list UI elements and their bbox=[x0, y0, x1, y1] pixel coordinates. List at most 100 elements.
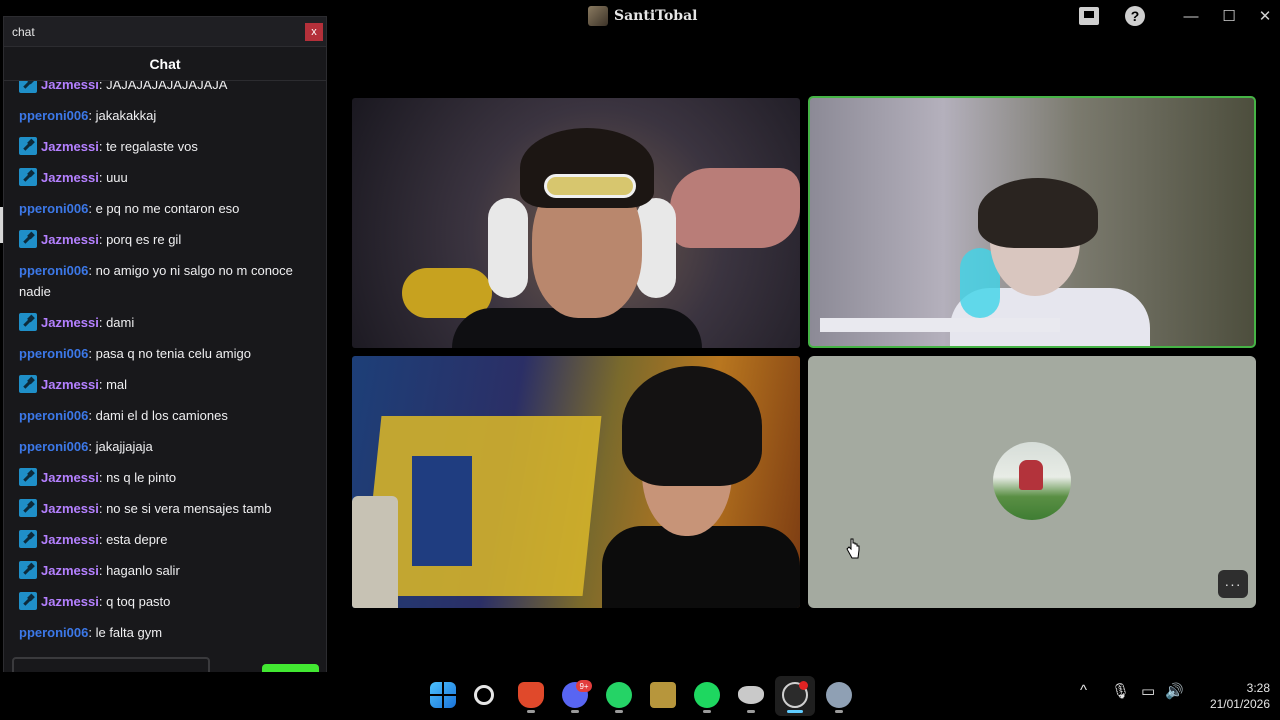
tray-chevron-icon[interactable]: ^ bbox=[1080, 682, 1087, 699]
whatsapp-icon[interactable] bbox=[606, 682, 632, 708]
chat-username[interactable]: Jazmessi bbox=[41, 377, 99, 392]
chat-username[interactable]: pperoni006 bbox=[19, 201, 88, 216]
video-tile-1[interactable] bbox=[352, 98, 800, 348]
video-background bbox=[820, 318, 1060, 332]
chat-username[interactable]: Jazmessi bbox=[41, 470, 99, 485]
moderator-sword-icon[interactable] bbox=[19, 375, 37, 393]
taskbar-active-indicator bbox=[787, 710, 803, 713]
chat-username[interactable]: Jazmessi bbox=[41, 81, 99, 92]
chat-username[interactable]: Jazmessi bbox=[41, 501, 99, 516]
chat-message[interactable]: Jazmessi: haganlo salir bbox=[4, 555, 314, 586]
moderator-sword-icon[interactable] bbox=[19, 499, 37, 517]
chat-username[interactable]: pperoni006 bbox=[19, 346, 88, 361]
chat-message[interactable]: Jazmessi: JAJAJAJAJAJAJAJA bbox=[4, 81, 314, 100]
chat-close-button[interactable]: x bbox=[305, 22, 323, 41]
chat-separator: : bbox=[98, 232, 107, 247]
chat-username[interactable]: Jazmessi bbox=[41, 139, 99, 154]
chat-username[interactable]: Jazmessi bbox=[41, 232, 99, 247]
moderator-sword-icon[interactable] bbox=[19, 313, 37, 331]
taskbar-apps bbox=[0, 672, 1280, 720]
league-of-legends-icon[interactable] bbox=[650, 682, 676, 708]
inbox-icon[interactable] bbox=[1077, 4, 1101, 28]
network-icon[interactable]: ▭ bbox=[1141, 682, 1155, 700]
moderator-sword-icon[interactable] bbox=[19, 137, 37, 155]
moderator-sword-icon[interactable] bbox=[19, 530, 37, 548]
settings-icon[interactable] bbox=[826, 682, 852, 708]
chat-message-text: te regalaste vos bbox=[106, 139, 198, 154]
chat-message-text: mal bbox=[106, 377, 128, 392]
microphone-icon[interactable]: 🎙 bbox=[1111, 682, 1130, 700]
video-tile-2-speaking[interactable] bbox=[808, 96, 1256, 348]
clock-date: 21/01/2026 bbox=[1209, 697, 1270, 711]
search-icon[interactable] bbox=[474, 685, 494, 705]
chat-username[interactable]: Jazmessi bbox=[41, 532, 99, 547]
chat-username[interactable]: pperoni006 bbox=[19, 108, 88, 123]
video-tile-4-camera-off[interactable]: ··· bbox=[808, 356, 1256, 608]
chat-message-text: ns q le pinto bbox=[106, 470, 177, 485]
close-window-button[interactable]: ✕ bbox=[1254, 4, 1276, 28]
recording-dot-icon bbox=[799, 681, 808, 690]
chat-message[interactable]: pperoni006: jakakakkaj bbox=[4, 100, 314, 131]
chat-username[interactable]: pperoni006 bbox=[19, 408, 88, 423]
chat-message[interactable]: pperoni006: pasa q no tenia celu amigo bbox=[4, 338, 314, 369]
chat-username[interactable]: pperoni006 bbox=[19, 439, 88, 454]
hand-cursor-icon bbox=[846, 538, 860, 559]
video-tile-3[interactable] bbox=[352, 356, 800, 608]
chat-message[interactable]: pperoni006: jakajjajaja bbox=[4, 431, 314, 462]
chat-messages[interactable]: Jazmessi: JAJAJAJAJAJAJAJA pperoni006: ja… bbox=[4, 81, 326, 657]
moderator-sword-icon[interactable] bbox=[19, 168, 37, 186]
chat-message-text: uuu bbox=[106, 170, 128, 185]
chat-message[interactable]: pperoni006: dami el d los camiones bbox=[4, 400, 314, 431]
chat-message[interactable]: Jazmessi: no se si vera mensajes tamb bbox=[4, 493, 314, 524]
chat-message[interactable]: pperoni006: le falta gym bbox=[4, 617, 314, 648]
chat-message[interactable]: Jazmessi: ns q le pinto bbox=[4, 462, 314, 493]
chat-message[interactable]: Jazmessi: porq es re gil bbox=[4, 224, 314, 255]
gamepad-icon[interactable] bbox=[738, 686, 764, 704]
spotify-icon[interactable] bbox=[694, 682, 720, 708]
chat-message-text: haganlo salir bbox=[106, 563, 180, 578]
chat-window-bar[interactable]: chat x bbox=[4, 17, 326, 47]
chat-focus-marker bbox=[0, 207, 3, 243]
help-button[interactable]: ? bbox=[1124, 4, 1146, 28]
chat-message[interactable]: Jazmessi: uuu bbox=[4, 162, 314, 193]
chat-separator: : bbox=[88, 201, 96, 216]
chat-username[interactable]: Jazmessi bbox=[41, 315, 99, 330]
chat-username[interactable]: Jazmessi bbox=[41, 594, 99, 609]
chat-header: Chat bbox=[4, 47, 326, 81]
chat-message-text: e pq no me contaron eso bbox=[95, 201, 240, 216]
maximize-button[interactable]: ☐ bbox=[1218, 4, 1240, 28]
chat-separator: : bbox=[98, 377, 107, 392]
chat-message[interactable]: Jazmessi: te regalaste vos bbox=[4, 131, 314, 162]
video-participant bbox=[602, 526, 800, 608]
chat-message[interactable]: Jazmessi: dami bbox=[4, 307, 314, 338]
chat-username[interactable]: pperoni006 bbox=[19, 263, 88, 278]
chat-separator: : bbox=[88, 408, 96, 423]
chat-message[interactable]: Jazmessi: q toq pasto bbox=[4, 586, 314, 617]
more-options-button[interactable]: ··· bbox=[1218, 570, 1248, 598]
chat-username[interactable]: Jazmessi bbox=[41, 170, 99, 185]
moderator-sword-icon[interactable] bbox=[19, 81, 37, 93]
windows-start-icon[interactable] bbox=[430, 682, 456, 708]
chat-username[interactable]: Jazmessi bbox=[41, 563, 99, 578]
chat-message[interactable]: Jazmessi: esta depre bbox=[4, 524, 314, 555]
chat-message[interactable]: pperoni006: no amigo yo ni salgo no m co… bbox=[4, 255, 314, 307]
moderator-sword-icon[interactable] bbox=[19, 592, 37, 610]
video-background bbox=[352, 496, 398, 608]
participant-avatar bbox=[993, 442, 1071, 520]
chat-separator: : bbox=[88, 625, 96, 640]
video-participant bbox=[636, 198, 676, 298]
system-clock[interactable]: 3:28 21/01/2026 bbox=[1190, 680, 1270, 712]
chat-username[interactable]: pperoni006 bbox=[19, 625, 88, 640]
chat-message[interactable]: pperoni006: e pq no me contaron eso bbox=[4, 193, 314, 224]
moderator-sword-icon[interactable] bbox=[19, 468, 37, 486]
minimize-button[interactable]: — bbox=[1180, 4, 1202, 28]
volume-icon[interactable]: 🔊 bbox=[1165, 682, 1184, 700]
moderator-sword-icon[interactable] bbox=[19, 561, 37, 579]
moderator-sword-icon[interactable] bbox=[19, 230, 37, 248]
discord-notification-badge: 9+ bbox=[576, 680, 592, 692]
brave-icon[interactable] bbox=[518, 682, 544, 708]
chat-separator: : bbox=[98, 594, 107, 609]
app-title-text: SantiTobal bbox=[614, 8, 698, 24]
chat-message[interactable]: Jazmessi: mal bbox=[4, 369, 314, 400]
chat-separator: : bbox=[98, 315, 107, 330]
